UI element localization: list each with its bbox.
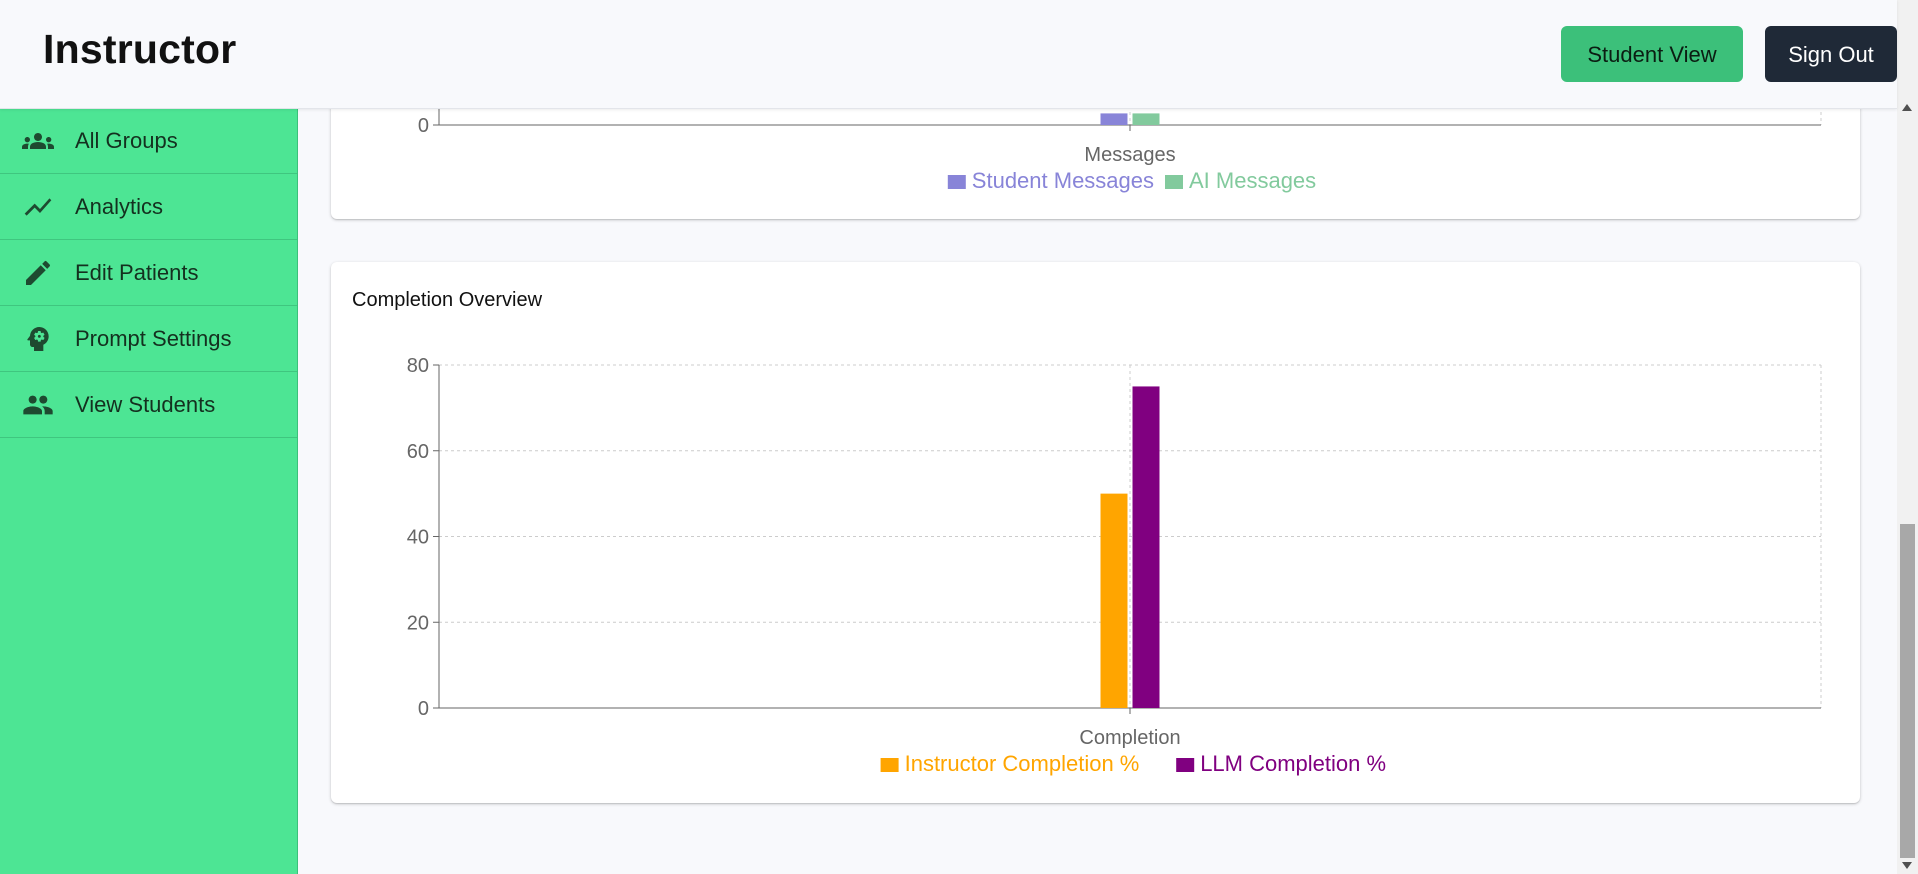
legend-label: LLM Completion %	[1200, 751, 1386, 776]
legend-swatch	[1176, 758, 1195, 772]
completion-chart-card: Completion Overview 0 20 40 60 80 Completion I…	[331, 262, 1860, 803]
bar-instructor-completion	[1100, 493, 1128, 708]
bar-student-messages	[1100, 113, 1128, 125]
y-tick-label: 0	[418, 698, 429, 720]
sidebar-item-all-groups[interactable]: All Groups	[0, 108, 297, 174]
bar-llm-completion	[1132, 386, 1160, 708]
sidebar-item-label: Prompt Settings	[75, 325, 232, 351]
legend-swatch	[880, 758, 899, 772]
pencil-icon	[22, 257, 54, 289]
sidebar-item-analytics[interactable]: Analytics	[0, 174, 297, 240]
legend-label: Student Messages	[972, 168, 1154, 193]
people-icon	[22, 389, 54, 421]
sidebar-item-label: Edit Patients	[75, 259, 199, 285]
y-tick-label: 60	[407, 441, 429, 463]
y-tick-label: 40	[407, 527, 429, 549]
app-title: Instructor	[43, 26, 237, 72]
scroll-up-arrow-icon[interactable]	[1902, 104, 1912, 111]
y-tick-label: 20	[407, 612, 429, 634]
chart-grid	[439, 364, 1822, 708]
legend-label: AI Messages	[1189, 168, 1316, 193]
completion-chart: 0 20 40 60 80 CompletionInstructor Completion…	[407, 355, 1822, 776]
sidebar-item-label: View Students	[75, 391, 216, 417]
page-scrollbar[interactable]	[1897, 0, 1918, 874]
sidebar-item-label: All Groups	[75, 127, 178, 153]
sidebar-item-edit-patients[interactable]: Edit Patients	[0, 240, 297, 306]
sidebar-item-label: Analytics	[75, 193, 164, 219]
sidebar-item-view-students[interactable]: View Students	[0, 372, 297, 438]
scrollbar-thumb[interactable]	[1900, 524, 1915, 858]
bar-ai-messages	[1132, 113, 1160, 125]
sidebar-item-prompt-settings[interactable]: Prompt Settings	[0, 306, 297, 372]
chart-legend: Student Messages AI Messages	[947, 168, 1316, 193]
legend-swatch	[947, 175, 966, 189]
y-tick-label: 80	[407, 355, 429, 377]
scroll-down-arrow-icon[interactable]	[1902, 862, 1912, 869]
head-gear-icon	[22, 323, 54, 355]
x-tick-label: Messages	[1084, 144, 1175, 166]
trending-up-icon	[22, 191, 54, 223]
sidebar: All Groups Analytics Edit Patients Promp…	[0, 108, 298, 874]
chart-legend: Instructor Completion % LLM Completion %	[880, 751, 1386, 776]
student-view-button[interactable]: Student View	[1561, 26, 1743, 82]
legend-label: Instructor Completion %	[905, 751, 1140, 776]
legend-swatch	[1165, 175, 1183, 189]
groups-icon	[22, 125, 54, 157]
y-tick-label: 0	[418, 115, 429, 137]
x-tick-label: Completion	[1079, 727, 1180, 749]
top-header: Instructor Student View Sign Out	[0, 0, 1897, 109]
sign-out-button[interactable]: Sign Out	[1765, 26, 1897, 82]
